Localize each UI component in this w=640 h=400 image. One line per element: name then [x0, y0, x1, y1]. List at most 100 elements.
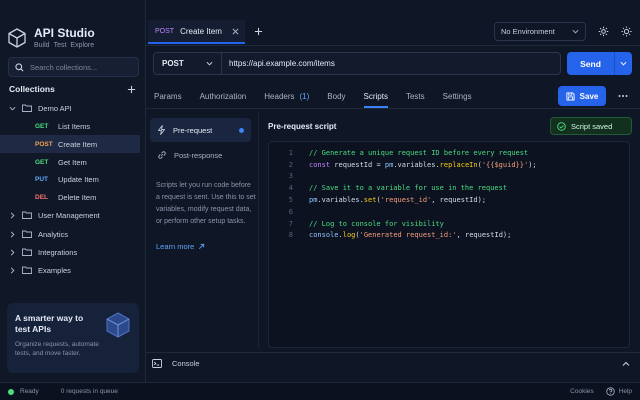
help-circle-icon [605, 387, 615, 396]
tab-tests[interactable]: Tests [406, 84, 425, 108]
folder-integrations[interactable]: Integrations [0, 243, 140, 261]
promo-card: A smarter way to test APIs Organize requ… [7, 303, 139, 373]
post-response-nav-item[interactable]: Post-response [150, 145, 251, 165]
tab-method: POST [155, 27, 175, 35]
tree-item-label: Update Item [58, 174, 99, 184]
gear-icon[interactable] [598, 26, 609, 37]
tree-item-label: List Items [58, 121, 91, 131]
send-label: Send [580, 58, 601, 69]
nav-explore[interactable]: Explore [70, 42, 94, 49]
tree-item-label: Integrations [38, 247, 78, 257]
console-label: Console [172, 359, 200, 368]
method-badge: PUT [35, 175, 48, 183]
code-line: 8 console.log('Generated request_id:', re… [288, 231, 512, 240]
collections-header: Collections [9, 84, 136, 94]
post-response-label: Post-response [174, 150, 223, 160]
app-nav: Build Test Explore [34, 42, 98, 49]
code-text: // Save it to a variable for use in the … [309, 184, 508, 193]
tab-scripts[interactable]: Scripts [363, 84, 389, 108]
chevron-right-icon [9, 249, 16, 256]
promo-text: Organize requests, automate tests, and m… [15, 341, 99, 357]
request-url-bar: POST [153, 52, 561, 75]
script-saved-toast: Script saved [550, 117, 632, 135]
code-editor[interactable]: 1// Generate a unique request ID before … [268, 141, 630, 348]
panel-divider [258, 112, 259, 348]
ready-indicator [8, 388, 14, 395]
request-get-item[interactable]: GET Get Item [0, 153, 140, 171]
code-line: 4// Save it to a variable for use in the… [288, 184, 508, 193]
subtabs-divider [146, 108, 640, 109]
chevron-down-icon [572, 28, 579, 35]
url-input[interactable] [222, 59, 560, 68]
chevron-down-icon [9, 105, 16, 112]
theme-sun-icon[interactable] [621, 26, 632, 37]
terminal-icon [152, 359, 162, 368]
code-line: 3 [288, 172, 293, 181]
close-tab-icon[interactable] [232, 28, 239, 35]
tree-item-label: Examples [38, 265, 71, 275]
collections-title: Collections [9, 84, 55, 94]
tree-item-label: Demo API [38, 103, 72, 113]
tab-authorization[interactable]: Authorization [200, 84, 247, 108]
new-tab-icon[interactable] [254, 27, 263, 36]
environment-label: No Environment [501, 27, 555, 36]
pre-request-label: Pre-request [173, 125, 213, 135]
tab-body[interactable]: Body [327, 84, 345, 108]
method-select[interactable]: POST [154, 53, 222, 74]
folder-analytics[interactable]: Analytics [0, 225, 140, 243]
learn-more-label: Learn more [156, 242, 195, 251]
nav-build[interactable]: Build [34, 42, 50, 49]
cookies-link[interactable]: Cookies [570, 388, 593, 395]
method-badge: GET [35, 158, 49, 166]
folder-examples[interactable]: Examples [0, 261, 140, 279]
tab-headers-label: Headers [264, 91, 295, 101]
save-label: Save [579, 91, 599, 101]
search-input[interactable] [30, 62, 130, 72]
tree-item-label: Delete Item [58, 192, 97, 202]
chevron-up-icon[interactable] [622, 360, 630, 368]
tab-create-item[interactable]: POST Create Item [148, 20, 245, 44]
request-delete-item[interactable]: DEL Delete Item [0, 188, 140, 206]
pre-request-nav-item[interactable]: Pre-request [150, 118, 251, 142]
help-link[interactable]: Help [619, 388, 632, 395]
method-badge: DEL [35, 193, 48, 201]
tree-item-label: User Management [38, 210, 100, 220]
check-circle-icon [557, 121, 566, 131]
chevron-down-icon [620, 60, 627, 67]
tab-params[interactable]: Params [154, 84, 182, 108]
save-button[interactable]: Save [558, 86, 606, 106]
code-text: console.log('Generated request_id:', req… [309, 231, 512, 240]
send-button[interactable]: Send [567, 52, 632, 75]
nav-test[interactable]: Test [54, 42, 67, 49]
scripts-description: Scripts let you run code before a reques… [156, 182, 256, 225]
more-options-icon[interactable] [618, 91, 628, 101]
lightning-icon [157, 125, 166, 135]
tab-headers[interactable]: Headers (1) [264, 84, 309, 108]
folder-icon [22, 211, 32, 219]
send-options-button[interactable] [614, 52, 632, 75]
status-bar: Ready 0 requests in queue Cookies Help [0, 382, 640, 400]
environment-select[interactable]: No Environment [494, 22, 586, 41]
search-icon [15, 62, 24, 72]
tree-item-label: Analytics [38, 229, 69, 239]
folder-icon [22, 230, 32, 238]
request-create-item[interactable]: POST Create Item [0, 135, 140, 153]
code-line: 6 [288, 207, 293, 216]
chevron-right-icon [9, 231, 16, 238]
folder-demo-api[interactable]: Demo API [0, 99, 140, 117]
tab-settings[interactable]: Settings [443, 84, 472, 108]
method-badge: POST [35, 140, 53, 148]
editor-title: Pre-request script [268, 122, 337, 131]
external-arrow-icon [198, 243, 205, 250]
request-list-items[interactable]: GET List Items [0, 117, 140, 135]
folder-user-management[interactable]: User Management [0, 206, 140, 224]
floppy-disk-icon [566, 91, 575, 101]
add-collection-icon[interactable] [127, 85, 136, 94]
learn-more-link[interactable]: Learn more [156, 242, 205, 251]
code-text: // Log to console for visibility [309, 219, 444, 228]
link-icon [157, 150, 167, 160]
console-bar[interactable]: Console [146, 352, 640, 374]
folder-icon [22, 104, 32, 112]
request-update-item[interactable]: PUT Update Item [0, 170, 140, 188]
code-line: 2 const requestId = pm.variables.replaceI… [288, 160, 537, 169]
